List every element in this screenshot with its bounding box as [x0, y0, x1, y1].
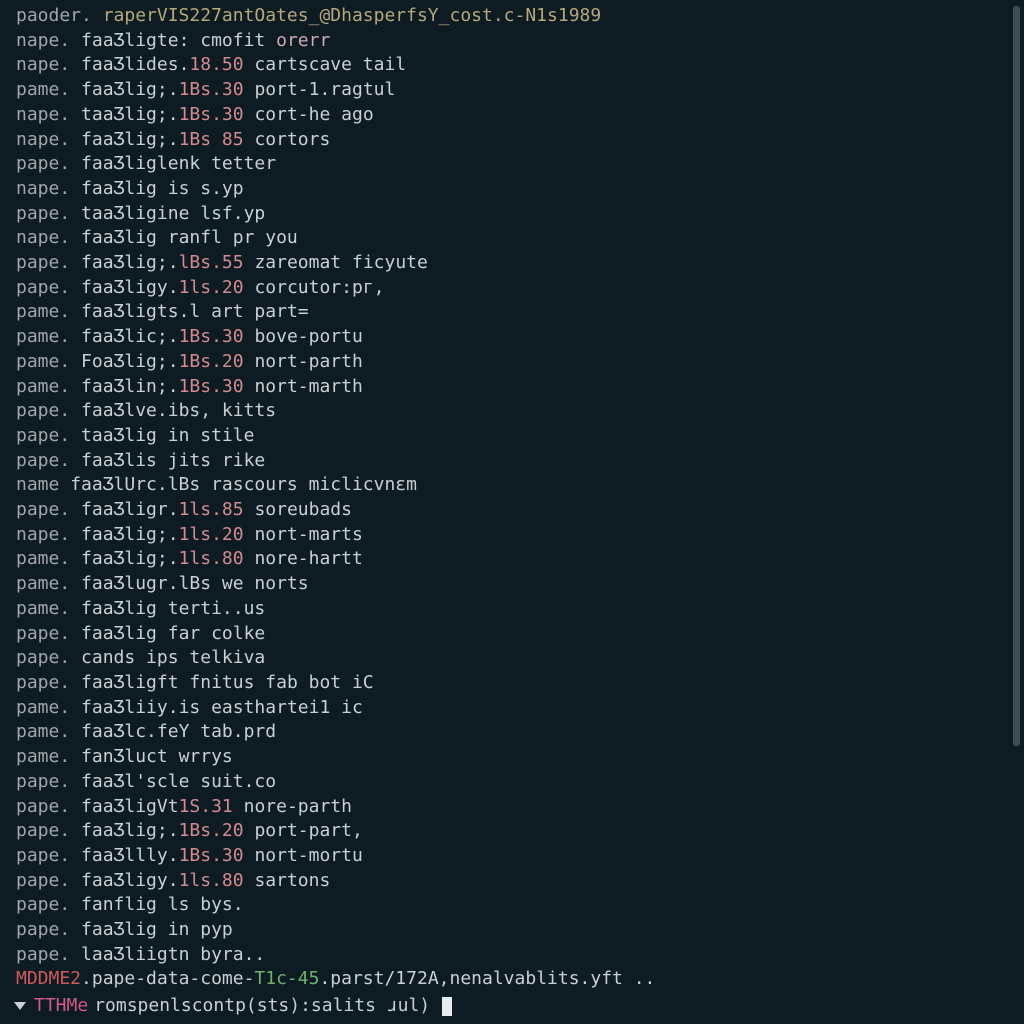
output-line: pape. cands ips telkiva	[16, 646, 1008, 671]
output-line: pame. faaƷligts.l art part=	[16, 300, 1008, 325]
output-line: nape. faaƷlig ranfl pr you	[16, 226, 1008, 251]
output-line: pape. faaƷligy.1ls.20 corcutor:pг,	[16, 276, 1008, 301]
output-line: pape. faaƷlve.ibs, kitts	[16, 399, 1008, 424]
output-line: pape. faaƷlig;.lBs.55 zareomat ficyute	[16, 251, 1008, 276]
output-line: nape. faaƷlig;.1Bs 85 cortors	[16, 128, 1008, 153]
output-line: paoder. raperVIS227antOates_@DhasperfsY_…	[16, 4, 1008, 29]
output-line: pape. taaƷligine lsf.yp	[16, 202, 1008, 227]
output-line: pape. faaƷligVt1S.31 nore-parth	[16, 795, 1008, 820]
output-line: nape. taaƷlig;.1Bs.30 cort-he ago	[16, 103, 1008, 128]
output-line: pape. faaƷlig far colke	[16, 622, 1008, 647]
output-line: pame. faaƷlin;.1Bs.30 nort-marth	[16, 375, 1008, 400]
status-line: MDDME2.pape-data-come-T1c-45.parst/172A,…	[16, 967, 1008, 992]
output-line: pape. faaƷligr.1ls.85 soreubads	[16, 498, 1008, 523]
output-line: pape. faaƷl'scle suit.co	[16, 770, 1008, 795]
output-line: nape. faaƷligte: cmofit orerr	[16, 29, 1008, 54]
prompt-label: TTHMe	[34, 994, 88, 1019]
output-line: nape. faaƷlig;.1ls.20 nort-marts	[16, 523, 1008, 548]
output-line: pape. faaƷllly.1Bs.30 nort-mortu	[16, 844, 1008, 869]
output-line: pape. faaƷliglenk tetter	[16, 152, 1008, 177]
output-line: name faaƷlUrc.lBs rascours miclicvnɛm	[16, 473, 1008, 498]
output-line: nape. faaƷlides.18.50 cartscave tail	[16, 53, 1008, 78]
output-line: pape. faaƷligy.1ls.80 sartons	[16, 869, 1008, 894]
output-line: pame. faaƷlc.feY tab.prd	[16, 720, 1008, 745]
prompt-row[interactable]: TTHMe romspenlscontp(sts):salits ɹul)	[16, 992, 1008, 1019]
output-line: pape. taaƷlig in stile	[16, 424, 1008, 449]
output-line: pame. faaƷlig;.1Bs.30 port-1.ragtul	[16, 78, 1008, 103]
output-line: pame. faaƷlig terti..us	[16, 597, 1008, 622]
text-cursor	[442, 997, 452, 1016]
output-line: pape. faaƷlis jits rike	[16, 449, 1008, 474]
output-line: pame. faaƷlic;.1Bs.30 bove-portu	[16, 325, 1008, 350]
terminal-output: paoder. raperVIS227antOates_@DhasperfsY_…	[16, 4, 1008, 992]
output-line: pame. faaƷlugr.lBs we norts	[16, 572, 1008, 597]
output-line: pape. laaƷliigtn byra..	[16, 943, 1008, 968]
output-line: pame. FoaƷlig;.1Bs.20 nort-parth	[16, 350, 1008, 375]
output-line: pape. faaƷlig;.1Bs.20 port-part,	[16, 819, 1008, 844]
output-line: nape. faaƷlig is s.yp	[16, 177, 1008, 202]
output-line: pame. faaƷlig;.1ls.80 nore-hartt	[16, 547, 1008, 572]
prompt-command: romspenlscontp(sts):salits ɹul)	[94, 994, 430, 1019]
output-line: pape. fanflig ls bys.	[16, 893, 1008, 918]
output-line: pape. faaƷlig in pyp	[16, 918, 1008, 943]
chevron-down-icon	[14, 1002, 26, 1010]
output-line: pame. faaƷliiy.is easthartei1 ic	[16, 696, 1008, 721]
scrollbar-thumb[interactable]	[1013, 6, 1020, 746]
terminal-window[interactable]: paoder. raperVIS227antOates_@DhasperfsY_…	[0, 0, 1024, 1024]
output-line: pame. fanƷluct wrrys	[16, 745, 1008, 770]
output-line: pape. faaƷligft fnitus fab bot iC	[16, 671, 1008, 696]
